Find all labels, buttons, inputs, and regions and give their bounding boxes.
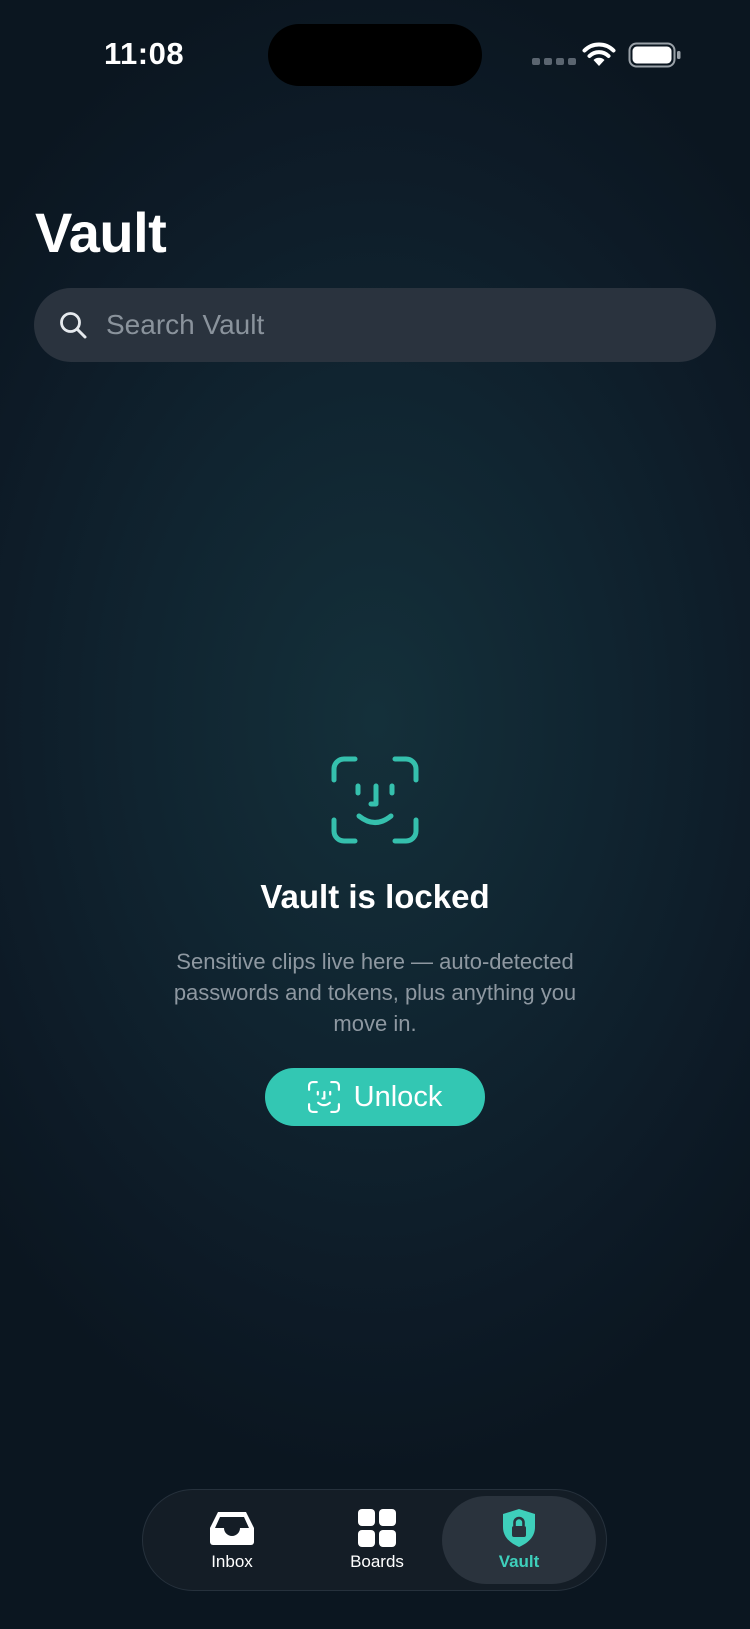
search-icon — [60, 312, 87, 339]
tab-label-boards: Boards — [350, 1552, 404, 1571]
tab-label-inbox: Inbox — [211, 1552, 253, 1571]
cellular-signal-icon — [532, 58, 576, 65]
face-id-icon — [331, 756, 419, 844]
wifi-icon — [582, 42, 616, 66]
tab-inbox[interactable]: Inbox — [155, 1496, 309, 1584]
locked-description: Sensitive clips live here — auto-detecte… — [173, 949, 577, 1036]
status-bar: 11:08 — [0, 0, 750, 110]
tab-boards[interactable]: Boards — [300, 1496, 454, 1584]
dynamic-island — [268, 24, 482, 86]
battery-icon — [628, 42, 681, 68]
search-input[interactable] — [104, 308, 668, 342]
locked-title: Vault is locked — [260, 878, 490, 915]
tab-vault[interactable]: Vault — [442, 1496, 596, 1584]
tab-bar: Inbox Boards Vault — [142, 1489, 607, 1591]
grid-icon — [358, 1509, 396, 1547]
search-bar[interactable] — [34, 288, 716, 362]
unlock-label: Unlock — [353, 1080, 443, 1113]
shield-lock-icon — [503, 1509, 535, 1547]
face-id-icon — [307, 1081, 340, 1113]
unlock-button[interactable]: Unlock — [265, 1068, 485, 1126]
tab-label-vault: Vault — [498, 1552, 540, 1571]
status-time: 11:08 — [104, 36, 185, 71]
page-title: Vault — [35, 201, 167, 264]
inbox-tray-icon — [210, 1512, 254, 1545]
